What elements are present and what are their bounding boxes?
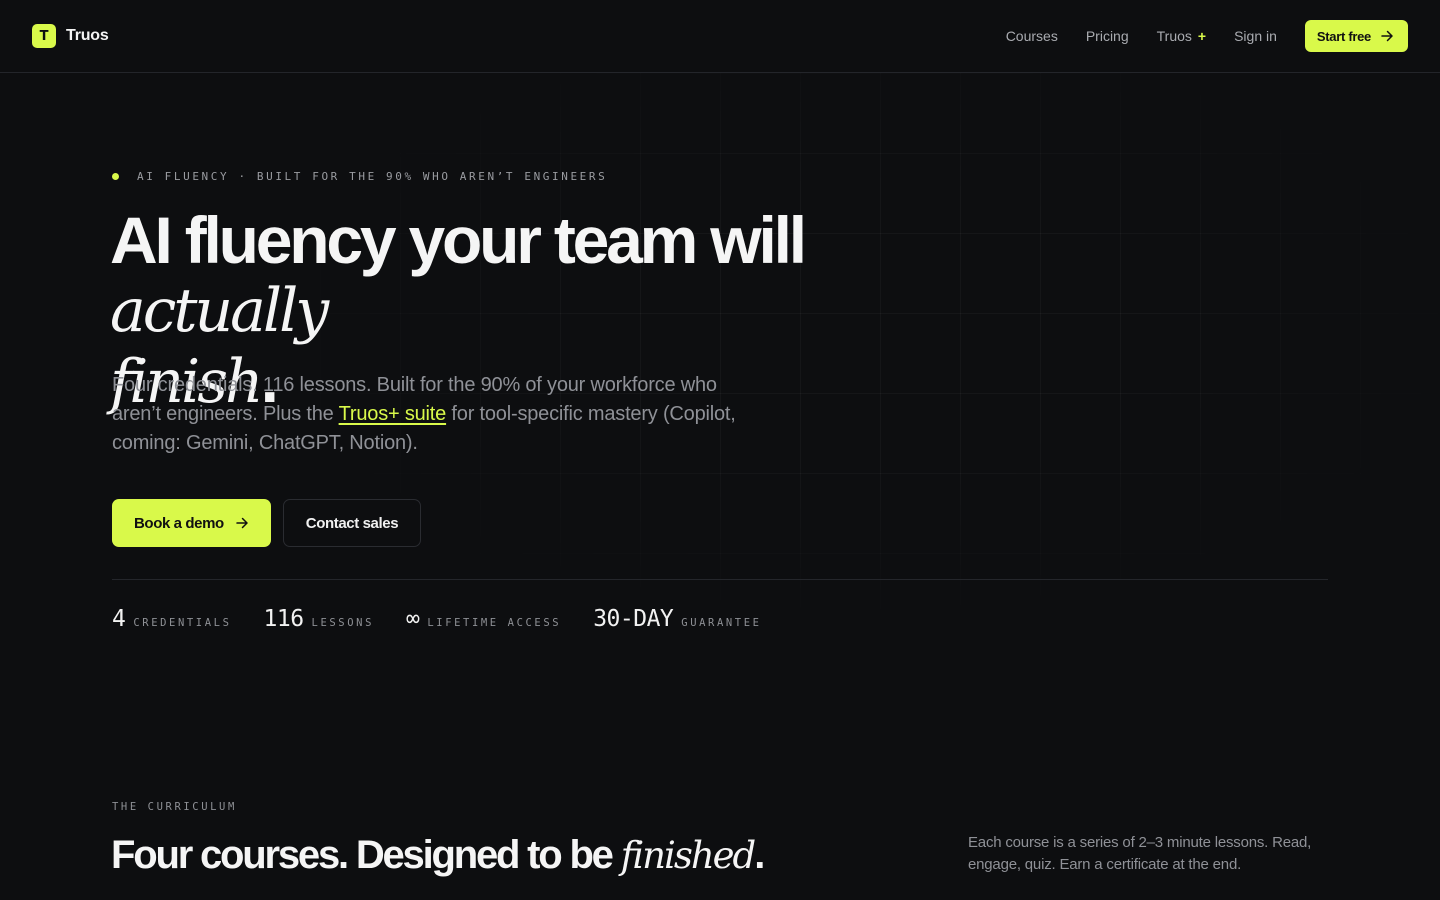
stat-lifetime-access: ∞ LIFETIME ACCESS bbox=[406, 606, 561, 632]
stat-label: CREDENTIALS bbox=[133, 617, 232, 629]
stat-label: GUARANTEE bbox=[681, 617, 762, 629]
top-navigation: T Truos Courses Pricing Truos + Sign in S… bbox=[0, 0, 1440, 73]
plus-icon: + bbox=[1197, 28, 1207, 44]
contact-sales-button[interactable]: Contact sales bbox=[282, 499, 422, 547]
curriculum-title-period: . bbox=[754, 833, 765, 877]
stat-lessons: 116 LESSONS bbox=[264, 606, 375, 632]
arrow-right-icon bbox=[236, 517, 249, 529]
stat-label: LIFETIME ACCESS bbox=[427, 617, 562, 629]
nav-link-truos-plus[interactable]: Truos + bbox=[1157, 28, 1206, 44]
nav-link-courses[interactable]: Courses bbox=[1006, 28, 1058, 44]
nav-link-pricing[interactable]: Pricing bbox=[1086, 28, 1129, 44]
stat-label: LESSONS bbox=[311, 617, 374, 629]
status-dot-icon bbox=[112, 173, 119, 180]
curriculum-title-main: Four courses. Designed to be bbox=[111, 833, 621, 877]
nav-link-truos-label: Truos bbox=[1156, 28, 1192, 44]
curriculum-title: Four courses. Designed to be finished. bbox=[111, 830, 765, 881]
stat-value: 30-DAY bbox=[593, 606, 674, 632]
curriculum-title-italic: finished bbox=[620, 834, 757, 877]
hero-cta-row: Book a demo Contact sales bbox=[112, 499, 422, 547]
hero-eyebrow-text: AI FLUENCY · BUILT FOR THE 90% WHO AREN’… bbox=[137, 170, 608, 183]
stat-value: 4 bbox=[112, 606, 126, 632]
stats-row: 4 CREDENTIALS 116 LESSONS ∞ LIFETIME ACC… bbox=[112, 606, 794, 632]
nav-link-sign-in[interactable]: Sign in bbox=[1234, 28, 1277, 44]
truos-plus-suite-link[interactable]: Truos+ suite bbox=[339, 403, 447, 425]
hero-eyebrow: AI FLUENCY · BUILT FOR THE 90% WHO AREN’… bbox=[112, 170, 607, 183]
arrow-right-icon bbox=[1381, 30, 1394, 42]
nav-links: Courses Pricing Truos + Sign in Start fre… bbox=[978, 20, 1408, 52]
book-demo-label: Book a demo bbox=[134, 514, 224, 532]
stat-value: 116 bbox=[263, 606, 305, 632]
book-demo-button[interactable]: Book a demo bbox=[112, 499, 271, 547]
start-free-label: Start free bbox=[1316, 28, 1371, 44]
start-free-button[interactable]: Start free bbox=[1304, 20, 1408, 52]
curriculum-eyebrow: THE CURRICULUM bbox=[112, 801, 237, 813]
stats-divider bbox=[112, 579, 1328, 580]
stat-credentials: 4 CREDENTIALS bbox=[112, 606, 232, 632]
hero-title-main: AI fluency your team will bbox=[110, 203, 807, 277]
brand-mark-icon: T bbox=[32, 24, 56, 48]
infinity-icon: ∞ bbox=[406, 606, 420, 632]
curriculum-description: Each course is a series of 2–3 minute le… bbox=[968, 834, 1312, 873]
brand-name: Truos bbox=[66, 27, 109, 44]
brand-logo[interactable]: T Truos bbox=[32, 24, 109, 48]
hero-title-italic-actually: actually bbox=[110, 276, 329, 346]
stat-guarantee: 30-DAY GUARANTEE bbox=[593, 606, 761, 632]
hero-subtitle: Four credentials. 116 lessons. Built for… bbox=[112, 371, 752, 458]
